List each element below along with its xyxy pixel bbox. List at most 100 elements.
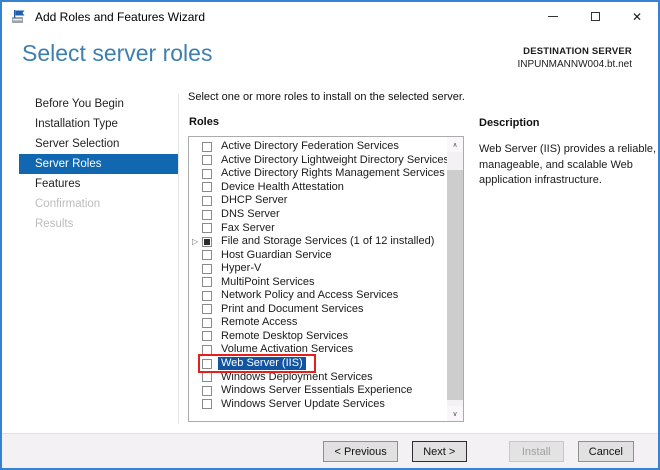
window-title: Add Roles and Features Wizard bbox=[35, 9, 206, 24]
role-checkbox[interactable] bbox=[202, 155, 212, 166]
role-row-dhcp-server[interactable]: DHCP Server bbox=[189, 194, 446, 208]
expand-icon[interactable]: ▷ bbox=[189, 237, 202, 246]
button-group-spacer bbox=[481, 441, 495, 462]
role-label: Device Health Attestation bbox=[221, 180, 344, 193]
destination-server-name: INPUNMANNW004.bt.net bbox=[517, 59, 632, 70]
role-row-windows-server-essentials-experience[interactable]: Windows Server Essentials Experience bbox=[189, 384, 446, 398]
role-label: Windows Deployment Services bbox=[221, 370, 373, 383]
role-label: Web Server (IIS) bbox=[218, 357, 306, 371]
role-checkbox[interactable] bbox=[202, 344, 212, 355]
description-panel: Description Web Server (IIS) provides a … bbox=[479, 117, 658, 189]
roles-list-label: Roles bbox=[189, 116, 219, 128]
roles-rows: Active Directory Federation Services Acti… bbox=[189, 140, 449, 411]
role-checkbox[interactable] bbox=[202, 304, 212, 315]
role-row-active-directory-lightweight-directory-services[interactable]: Active Directory Lightweight Directory S… bbox=[189, 154, 449, 168]
scrollbar-thumb[interactable] bbox=[447, 170, 463, 400]
role-row-print-and-document-services[interactable]: Print and Document Services bbox=[189, 303, 446, 317]
role-label: MultiPoint Services bbox=[221, 275, 315, 288]
wizard-window: Add Roles and Features Wizard ✕ Select s… bbox=[0, 0, 660, 470]
role-label: Remote Access bbox=[221, 316, 298, 329]
scroll-down-icon[interactable]: ∨ bbox=[447, 406, 463, 421]
role-label: Network Policy and Access Services bbox=[221, 289, 399, 302]
minimize-button[interactable] bbox=[532, 2, 574, 31]
role-checkbox[interactable] bbox=[202, 141, 212, 152]
role-checkbox[interactable] bbox=[202, 223, 212, 234]
instruction-text: Select one or more roles to install on t… bbox=[188, 91, 465, 103]
role-label: Active Directory Federation Services bbox=[221, 140, 399, 153]
role-row-multipoint-services[interactable]: MultiPoint Services bbox=[189, 275, 446, 289]
role-row-active-directory-rights-management-services[interactable]: Active Directory Rights Management Servi… bbox=[189, 167, 446, 181]
role-row-hyper-v[interactable]: Hyper-V bbox=[189, 262, 446, 276]
role-checkbox[interactable] bbox=[202, 372, 212, 383]
role-row-remote-desktop-services[interactable]: Remote Desktop Services bbox=[189, 330, 446, 344]
server-manager-icon bbox=[11, 9, 27, 25]
role-checkbox[interactable] bbox=[202, 399, 212, 410]
destination-server-label: DESTINATION SERVER bbox=[523, 46, 632, 57]
role-label: Windows Server Update Services bbox=[221, 397, 385, 410]
sidebar-item-features[interactable]: Features bbox=[4, 174, 178, 194]
role-label: Volume Activation Services bbox=[221, 343, 354, 356]
role-checkbox[interactable] bbox=[202, 263, 212, 274]
roles-listbox: Active Directory Federation Services Acti… bbox=[188, 136, 464, 422]
role-row-remote-access[interactable]: Remote Access bbox=[189, 316, 446, 330]
role-row-host-guardian-service[interactable]: Host Guardian Service bbox=[189, 248, 446, 262]
role-label: Remote Desktop Services bbox=[221, 329, 349, 342]
description-text: Web Server (IIS) provides a reliable, ma… bbox=[479, 143, 657, 186]
role-checkbox[interactable] bbox=[202, 182, 212, 193]
role-checkbox[interactable] bbox=[202, 358, 212, 369]
role-label: Print and Document Services bbox=[221, 302, 364, 315]
role-row-windows-deployment-services[interactable]: Windows Deployment Services bbox=[189, 370, 446, 384]
role-label: DNS Server bbox=[221, 208, 280, 220]
sidebar-item-server-roles[interactable]: Server Roles bbox=[19, 154, 178, 174]
close-icon: ✕ bbox=[631, 9, 643, 24]
maximize-button[interactable] bbox=[574, 2, 616, 31]
sidebar-item-results: Results bbox=[35, 218, 74, 230]
role-label: DHCP Server bbox=[221, 194, 288, 207]
footer-buttons: < Previous Next > Install Cancel bbox=[323, 441, 634, 462]
role-row-volume-activation-services[interactable]: Volume Activation Services bbox=[189, 343, 446, 357]
role-row-fax-server[interactable]: Fax Server bbox=[189, 221, 446, 235]
sidebar-item-server-selection[interactable]: Server Selection bbox=[4, 134, 178, 154]
role-row-web-server-iis[interactable]: Web Server (IIS) bbox=[189, 354, 446, 373]
footer-bar: < Previous Next > Install Cancel bbox=[2, 433, 658, 468]
role-row-active-directory-federation-services[interactable]: Active Directory Federation Services bbox=[189, 140, 446, 154]
sidebar-item-before-you-begin[interactable]: Before You Begin bbox=[4, 94, 178, 114]
next-button[interactable]: Next > bbox=[411, 441, 467, 462]
role-row-network-policy-and-access-services[interactable]: Network Policy and Access Services bbox=[189, 289, 446, 303]
role-checkbox[interactable] bbox=[202, 195, 212, 206]
role-checkbox[interactable] bbox=[202, 250, 212, 261]
role-checkbox[interactable] bbox=[202, 168, 212, 179]
role-label: Hyper-V bbox=[221, 262, 262, 275]
role-checkbox[interactable] bbox=[202, 209, 212, 220]
cancel-button[interactable]: Cancel bbox=[577, 441, 634, 462]
vertical-separator bbox=[178, 94, 179, 424]
install-button: Install bbox=[508, 441, 564, 462]
sidebar-item-confirmation: Confirmation bbox=[35, 198, 101, 210]
close-button[interactable]: ✕ bbox=[616, 2, 658, 31]
role-label: File and Storage Services (1 of 12 insta… bbox=[221, 235, 435, 248]
role-label: Fax Server bbox=[221, 221, 275, 234]
previous-button[interactable]: < Previous bbox=[323, 441, 398, 462]
roles-scrollbar[interactable]: ∧ ∨ bbox=[447, 137, 463, 421]
role-checkbox[interactable] bbox=[202, 290, 212, 301]
role-row-device-health-attestation[interactable]: Device Health Attestation bbox=[189, 181, 446, 195]
role-checkbox[interactable] bbox=[202, 331, 212, 342]
sidebar-item-installation-type[interactable]: Installation Type bbox=[4, 114, 178, 134]
role-label: Host Guardian Service bbox=[221, 248, 332, 261]
role-row-file-and-storage-services-1-of-12-installed[interactable]: ▷ File and Storage Services (1 of 12 inst… bbox=[189, 235, 446, 249]
description-title: Description bbox=[479, 117, 540, 129]
role-checkbox[interactable] bbox=[202, 236, 212, 247]
wizard-nav: Before You Begin Installation Type Server … bbox=[4, 94, 178, 234]
scroll-up-icon[interactable]: ∧ bbox=[447, 137, 463, 152]
maximize-icon bbox=[590, 12, 600, 21]
title-bar: Add Roles and Features Wizard ✕ bbox=[2, 2, 658, 31]
role-row-windows-server-update-services[interactable]: Windows Server Update Services bbox=[189, 397, 446, 411]
role-label: Windows Server Essentials Experience bbox=[221, 384, 413, 397]
role-checkbox[interactable] bbox=[202, 277, 212, 288]
role-checkbox[interactable] bbox=[202, 385, 212, 396]
minimize-icon bbox=[548, 16, 558, 17]
role-row-dns-server[interactable]: DNS Server bbox=[189, 208, 446, 222]
window-controls: ✕ bbox=[532, 2, 658, 31]
role-checkbox[interactable] bbox=[202, 317, 212, 328]
role-label: Active Directory Lightweight Directory S… bbox=[221, 153, 450, 166]
